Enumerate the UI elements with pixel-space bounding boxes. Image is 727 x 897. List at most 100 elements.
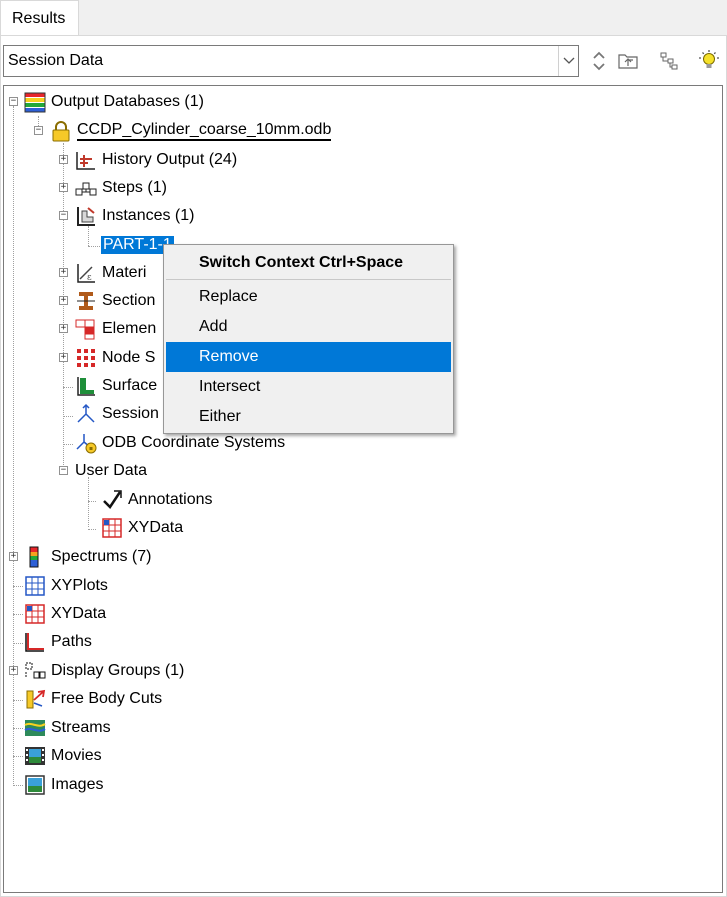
movies-icon: [24, 745, 46, 767]
results-tree[interactable]: Output Databases (1) − CCDP_Cylinder_coa…: [3, 85, 723, 893]
tree-item-sections[interactable]: Section: [75, 288, 155, 314]
paths-icon: [24, 631, 46, 653]
expand-toggle[interactable]: +: [59, 296, 68, 305]
tree-label: XYPlots: [51, 577, 108, 594]
up-down-arrows-icon[interactable]: [586, 47, 612, 75]
expand-toggle[interactable]: +: [9, 552, 18, 561]
history-output-icon: [75, 149, 97, 171]
svg-text:ε: ε: [87, 273, 92, 283]
tree-label: Images: [51, 776, 104, 793]
tree-item-session-coordinate-systems[interactable]: Session: [75, 401, 159, 427]
expand-toggle[interactable]: +: [59, 268, 68, 277]
tree-item-annotations[interactable]: Annotations: [101, 487, 213, 513]
expand-toggle[interactable]: +: [59, 183, 68, 192]
tree-label: Section: [102, 292, 156, 309]
lock-icon: [50, 120, 72, 142]
tree-item-movies[interactable]: Movies: [24, 743, 102, 769]
xydata-icon: [101, 517, 123, 539]
menu-item-switch-context[interactable]: Switch Context Ctrl+Space: [166, 248, 451, 278]
collapse-toggle[interactable]: −: [9, 97, 18, 106]
expand-toggle[interactable]: +: [9, 666, 18, 675]
tree-label: Annotations: [128, 491, 213, 508]
tree-item-spectrums[interactable]: Spectrums (7): [24, 544, 151, 570]
tree-label: ODB Coordinate Systems: [102, 434, 286, 451]
annotations-icon: [101, 489, 123, 511]
tree-label: CCDP_Cylinder_coarse_10mm.odb: [77, 121, 332, 141]
expand-toggle[interactable]: +: [59, 353, 68, 362]
tree-label: Spectrums (7): [51, 548, 152, 565]
tree-item-materials[interactable]: ε Materi: [75, 260, 146, 286]
collapse-toggle[interactable]: −: [59, 211, 68, 220]
tree-item-instances[interactable]: Instances (1): [75, 203, 194, 229]
collapse-toggle[interactable]: −: [34, 126, 43, 135]
spectrum-icon: [24, 546, 46, 568]
tree-label: Node S: [102, 349, 156, 366]
tree-label: Streams: [51, 719, 111, 736]
instances-icon: [75, 205, 97, 227]
expand-toggle[interactable]: +: [59, 324, 68, 333]
sections-icon: [75, 290, 97, 312]
coordinate-system-icon: [75, 403, 97, 425]
tree-item-steps[interactable]: Steps (1): [75, 175, 167, 201]
tree-label: Materi: [102, 264, 147, 281]
tree-item-images[interactable]: Images: [24, 772, 103, 798]
menu-separator: [166, 279, 451, 280]
tree-label: Paths: [51, 633, 92, 650]
streams-icon: [24, 717, 46, 739]
tree-label: XYData: [128, 519, 184, 536]
images-icon: [24, 774, 46, 796]
tree-label: Elemen: [102, 320, 157, 337]
tree-label: Instances (1): [102, 207, 195, 224]
node-sets-icon: [75, 347, 97, 369]
chevron-down-icon[interactable]: [558, 46, 578, 76]
tree-item-elements[interactable]: Elemen: [75, 316, 156, 342]
surfaces-icon: [75, 375, 97, 397]
tree-label: User Data: [75, 462, 148, 479]
menu-item-intersect[interactable]: Intersect: [166, 372, 451, 402]
menu-item-remove[interactable]: Remove: [166, 342, 451, 372]
tree-item-paths[interactable]: Paths: [24, 629, 92, 655]
tree-label: Steps (1): [102, 179, 167, 196]
xydata-icon: [24, 603, 46, 625]
session-data-select[interactable]: Session Data: [3, 45, 579, 77]
tree-item-surfaces[interactable]: Surface: [75, 373, 157, 399]
steps-icon: [75, 177, 97, 199]
element-sets-icon: [75, 318, 97, 340]
materials-icon: ε: [75, 262, 97, 284]
tree-item-xyplots[interactable]: XYPlots: [24, 573, 108, 599]
tree-label: Movies: [51, 747, 102, 764]
odb-coordinate-system-icon: [75, 432, 97, 454]
tree-label: XYData: [51, 605, 107, 622]
tree-label: Display Groups (1): [51, 662, 185, 679]
expand-toggle[interactable]: +: [59, 155, 68, 164]
tree-label: Session: [102, 405, 159, 422]
tree-item-user-data[interactable]: User Data: [75, 458, 147, 484]
tree-label: Output Databases (1): [51, 93, 204, 110]
tree-item-odb-file[interactable]: CCDP_Cylinder_coarse_10mm.odb: [50, 118, 332, 144]
menu-item-either[interactable]: Either: [166, 402, 451, 432]
menu-item-replace[interactable]: Replace: [166, 282, 451, 312]
session-data-value: Session Data: [8, 52, 104, 69]
tree-item-xydata[interactable]: XYData: [24, 601, 106, 627]
xyplots-icon: [24, 575, 46, 597]
tree-item-free-body-cuts[interactable]: Free Body Cuts: [24, 686, 162, 712]
tree-label: History Output (24): [102, 151, 238, 168]
collapse-toggle[interactable]: −: [59, 466, 68, 475]
tab-results[interactable]: Results: [0, 0, 79, 36]
tree-item-display-groups[interactable]: Display Groups (1): [24, 658, 184, 684]
tree-item-node-sets[interactable]: Node S: [75, 345, 155, 371]
tree-label: Free Body Cuts: [51, 690, 163, 707]
tree-item-user-xydata[interactable]: XYData: [101, 515, 183, 541]
menu-item-add[interactable]: Add: [166, 312, 451, 342]
tree-item-history-output[interactable]: History Output (24): [75, 147, 237, 173]
lightbulb-icon[interactable]: [696, 47, 722, 75]
tree-item-output-databases[interactable]: Output Databases (1): [24, 89, 204, 115]
display-groups-icon: [24, 660, 46, 682]
context-menu: Switch Context Ctrl+Space Replace Add Re…: [163, 244, 454, 434]
free-body-cuts-icon: [24, 688, 46, 710]
output-databases-icon: [24, 91, 46, 113]
tree-item-streams[interactable]: Streams: [24, 715, 111, 741]
tree-label: Surface: [102, 377, 158, 394]
parent-folder-icon[interactable]: [615, 47, 641, 75]
tree-filter-icon[interactable]: [656, 47, 682, 75]
